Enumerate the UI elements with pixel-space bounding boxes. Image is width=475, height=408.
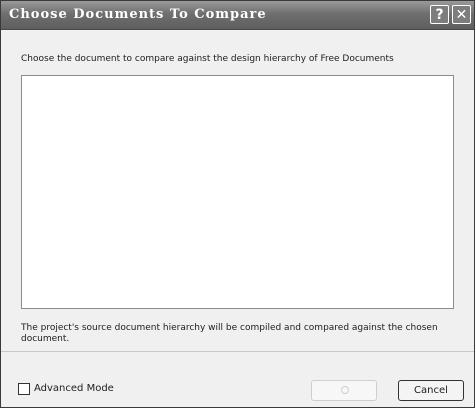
dialog-title: Choose Documents To Compare — [9, 7, 267, 22]
advanced-mode-label: Advanced Mode — [34, 383, 114, 394]
advanced-mode-checkbox[interactable] — [18, 383, 30, 395]
help-button[interactable]: ? — [430, 5, 449, 24]
ok-button-indicator — [341, 386, 349, 394]
document-list[interactable] — [21, 75, 454, 309]
ok-button[interactable] — [311, 380, 377, 401]
cancel-button[interactable]: Cancel — [398, 380, 464, 401]
close-button[interactable]: ✕ — [452, 5, 471, 24]
choose-documents-dialog: Choose Documents To Compare ? ✕ Choose t… — [0, 0, 475, 408]
help-icon: ? — [435, 7, 444, 23]
close-icon: ✕ — [455, 7, 468, 23]
instruction-text: Choose the document to compare against t… — [21, 54, 394, 64]
title-bar[interactable]: Choose Documents To Compare ? ✕ — [1, 1, 474, 30]
divider — [1, 351, 474, 352]
compile-note: The project's source document hierarchy … — [21, 323, 438, 344]
